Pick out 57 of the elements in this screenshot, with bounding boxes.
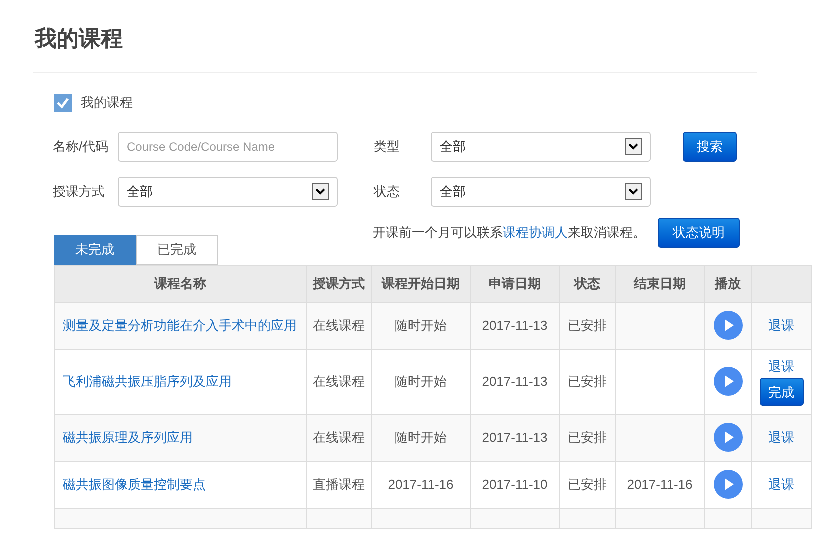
checkmark-icon	[56, 96, 70, 110]
table-cell: 随时开始	[372, 302, 470, 349]
table-cell: 2017-11-13	[470, 302, 560, 349]
column-header: 结束日期	[616, 265, 704, 302]
dropdown-icon	[625, 138, 642, 155]
table-cell: 2017-11-16	[616, 461, 704, 508]
coordinator-link[interactable]: 课程协调人	[503, 224, 568, 240]
table-cell: 已安排	[560, 349, 616, 414]
dropdown-icon	[312, 183, 329, 200]
table-cell: 已安排	[560, 414, 616, 461]
withdraw-link[interactable]: 退课	[768, 316, 794, 336]
search-field[interactable]: Course Code/Course Name	[118, 132, 338, 162]
status-help-button[interactable]: 状态说明	[658, 218, 740, 248]
checkbox[interactable]	[54, 94, 72, 112]
table-cell: 直播课程	[306, 461, 372, 508]
withdraw-link[interactable]: 退课	[768, 474, 794, 494]
table-cell: 2017-11-13	[470, 414, 560, 461]
type-dropdown[interactable]: 全部	[431, 132, 651, 162]
column-header: 课程开始日期	[372, 265, 470, 302]
table-cell: 随时开始	[372, 349, 470, 414]
withdraw-link[interactable]: 退课	[768, 428, 794, 448]
course-link[interactable]: 磁共振图像质量控制要点	[63, 476, 206, 492]
table-cell: 2017-11-10	[470, 461, 560, 508]
table-cell: 在线课程	[306, 349, 372, 414]
course-link[interactable]: 飞利浦磁共振压脂序列及应用	[63, 374, 232, 389]
withdraw-link[interactable]: 退课	[768, 356, 794, 376]
play-icon[interactable]	[714, 367, 742, 396]
table-cell: 随时开始	[372, 414, 470, 461]
table-cell: 2017-11-13	[470, 349, 560, 414]
complete-button[interactable]: 完成	[760, 378, 804, 406]
notice-text: 开课前一个月可以联系课程协调人来取消课程。	[373, 224, 646, 242]
table-cell: 2017-11-16	[372, 461, 470, 508]
play-icon[interactable]	[714, 423, 742, 452]
tab[interactable]: 未完成	[54, 234, 136, 264]
field-label: 状态	[374, 182, 401, 201]
search-button[interactable]: 搜索	[683, 132, 737, 162]
field-label: 类型	[374, 138, 401, 156]
dropdown-icon	[625, 183, 642, 200]
table-cell: 在线课程	[306, 414, 372, 461]
method-dropdown[interactable]: 全部	[118, 176, 338, 206]
field-label: 授课方式	[53, 182, 106, 201]
tab[interactable]: 已完成	[136, 234, 218, 264]
column-header: 申请日期	[470, 265, 560, 302]
play-icon[interactable]	[714, 311, 742, 340]
table-cell: 在线课程	[306, 302, 372, 349]
checkbox-label: 我的课程	[81, 94, 133, 112]
column-header: 授课方式	[306, 265, 372, 302]
field-label: 名称/代码	[53, 138, 110, 156]
course-link[interactable]: 磁共振原理及序列应用	[63, 430, 193, 445]
play-icon[interactable]	[714, 470, 742, 499]
table-cell: 已安排	[560, 461, 616, 508]
column-header: 状态	[560, 265, 616, 302]
column-header: 播放	[704, 265, 752, 302]
page-title: 我的课程	[35, 25, 124, 53]
status-dropdown[interactable]: 全部	[431, 176, 651, 206]
column-header: 课程名称	[54, 265, 306, 302]
table-cell: 已安排	[560, 302, 616, 349]
